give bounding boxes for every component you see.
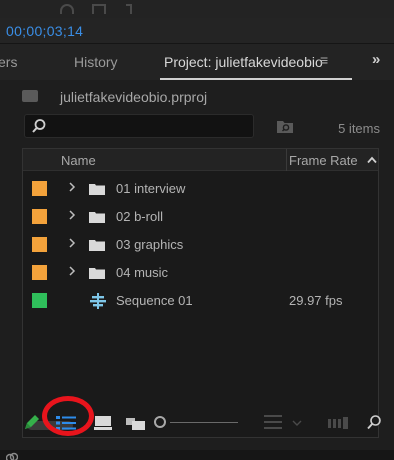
project-file-row: julietfakevideobio.prproj (0, 80, 394, 114)
project-item-list: Name Frame Rate 01 interview 02 b-roll 0… (22, 148, 379, 438)
highlight-annotation-ring (42, 396, 94, 436)
chevron-right-icon[interactable] (67, 209, 77, 221)
zoom-slider-handle[interactable] (154, 416, 166, 428)
list-item-bin[interactable]: 01 interview (23, 175, 378, 203)
tab-overflow-icon[interactable]: » (372, 51, 380, 68)
chevron-down-icon[interactable] (292, 420, 302, 428)
sequence-icon (90, 293, 106, 309)
tab-truncated[interactable]: ers (0, 54, 17, 70)
folder-icon (89, 184, 105, 195)
label-color-chip[interactable] (32, 293, 47, 308)
panel-menu-icon[interactable]: ≡ (320, 52, 328, 68)
sort-ascending-icon[interactable] (367, 155, 377, 165)
find-icon[interactable] (366, 414, 382, 430)
monitor-icon (92, 4, 106, 14)
audio-icon (60, 4, 74, 14)
item-name: 04 music (116, 265, 169, 280)
column-header-frame-rate[interactable]: Frame Rate (289, 153, 358, 168)
marker-icon (126, 4, 132, 14)
item-name: Sequence 01 (116, 293, 193, 308)
freeform-view-icon[interactable] (126, 416, 146, 430)
list-item-bin[interactable]: 03 graphics (23, 231, 378, 259)
list-item-sequence[interactable]: Sequence 01 29.97 fps (23, 287, 378, 315)
search-icon (32, 119, 46, 133)
column-header-name[interactable]: Name (61, 153, 96, 168)
project-panel: ers History Project: julietfakevideobio … (0, 44, 394, 460)
folder-icon (89, 212, 105, 223)
project-file-name: julietfakevideobio.prproj (60, 89, 208, 105)
item-frame-rate: 29.97 fps (289, 293, 343, 308)
label-color-chip[interactable] (32, 209, 47, 224)
search-row: 5 items (0, 114, 394, 142)
create-search-bin-icon[interactable] (276, 118, 294, 134)
timecode-bar: 00;00;03;14 (0, 18, 394, 44)
label-color-chip[interactable] (32, 237, 47, 252)
column-divider[interactable] (286, 149, 287, 171)
top-strip (0, 0, 394, 18)
automate-to-sequence-icon[interactable] (328, 417, 348, 429)
item-name: 01 interview (116, 181, 186, 196)
item-count: 5 items (338, 121, 380, 136)
label-color-chip[interactable] (32, 181, 47, 196)
search-input[interactable] (24, 114, 254, 138)
icon-view-icon[interactable] (94, 416, 112, 430)
label-color-chip[interactable] (32, 265, 47, 280)
creative-cloud-icon[interactable] (6, 452, 18, 460)
chevron-right-icon[interactable] (67, 237, 77, 249)
list-header: Name Frame Rate (23, 149, 378, 171)
tab-history[interactable]: History (74, 54, 118, 70)
list-item-bin[interactable]: 04 music (23, 259, 378, 287)
folder-icon (89, 240, 105, 251)
list-item-bin[interactable]: 02 b-roll (23, 203, 378, 231)
playhead-timecode[interactable]: 00;00;03;14 (6, 23, 83, 39)
item-name: 02 b-roll (116, 209, 163, 224)
item-name: 03 graphics (116, 237, 184, 252)
sort-icons-icon[interactable] (264, 414, 282, 430)
panel-tab-bar: ers History Project: julietfakevideobio … (0, 44, 394, 80)
pencil-icon[interactable] (22, 414, 40, 432)
zoom-slider-track[interactable] (170, 422, 238, 423)
panel-bottom-edge (0, 450, 394, 460)
tab-project[interactable]: Project: julietfakevideobio (164, 54, 323, 70)
folder-icon (89, 268, 105, 279)
project-file-icon (22, 90, 38, 102)
chevron-right-icon[interactable] (67, 265, 77, 277)
chevron-right-icon[interactable] (67, 181, 77, 193)
